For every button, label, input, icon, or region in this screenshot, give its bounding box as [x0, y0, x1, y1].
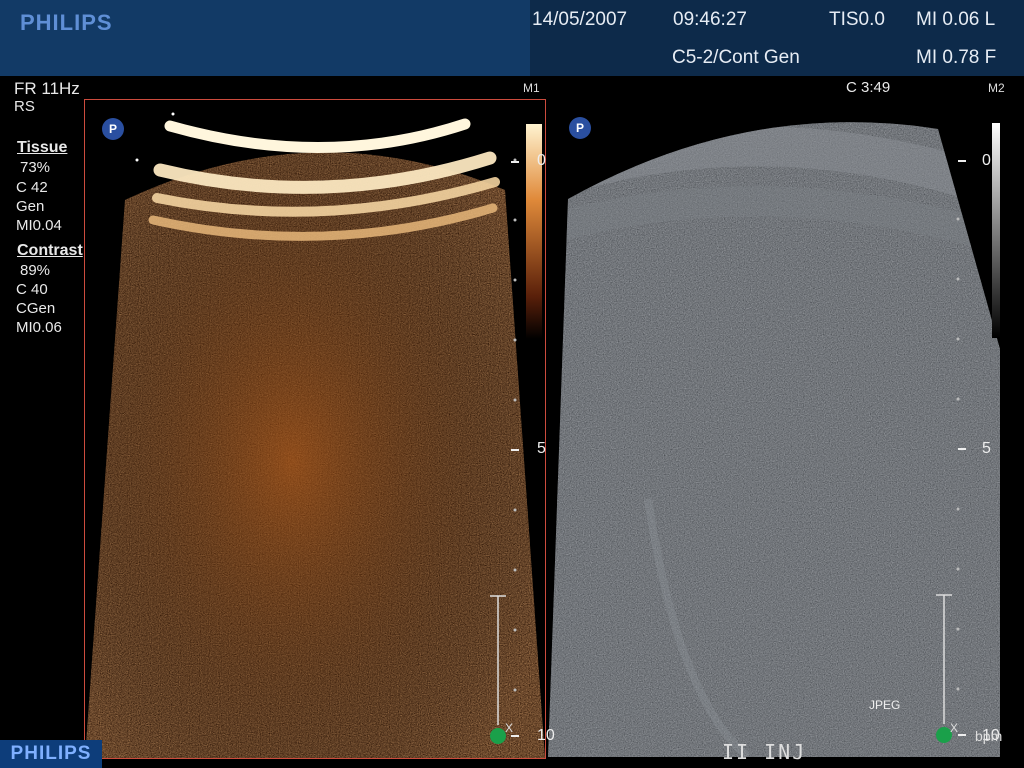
jpeg-label: JPEG — [869, 698, 901, 712]
depth-0-right: 0 — [982, 152, 991, 169]
header-bar: PHILIPS 14/05/2007 09:46:27 TIS0.0 MI 0.… — [0, 0, 1024, 76]
exam-time: 09:46:27 — [673, 9, 747, 30]
contrast-gen: CGen — [16, 300, 56, 317]
depth-5-right: 5 — [982, 440, 991, 457]
bmode-ultrasound-image — [548, 99, 1000, 757]
exam-date: 14/05/2007 — [532, 9, 628, 30]
panel-right-label: M2 — [988, 81, 1005, 95]
tissue-title: Tissue — [17, 139, 68, 156]
philips-logo-bottom: PHILIPS — [0, 740, 102, 768]
bpm-label: bpm — [975, 728, 1003, 744]
clock-label: C 3:49 — [846, 79, 891, 96]
panel-left-label: M1 — [523, 81, 540, 95]
x-marker-right: X — [950, 721, 959, 735]
tissue-gen: Gen — [16, 198, 45, 215]
contrast-mi: MI0.06 — [16, 319, 62, 336]
probe-mode: C5-2/Cont Gen — [672, 47, 800, 68]
tissue-c: C 42 — [16, 179, 48, 196]
contrast-image-panel[interactable]: P — [84, 99, 546, 759]
marker-p-icon: P — [102, 118, 124, 140]
contrast-ultrasound-image — [85, 100, 545, 758]
philips-logo-top: PHILIPS — [20, 10, 113, 35]
bmode-image-panel[interactable]: P — [548, 99, 1000, 757]
tissue-mi: MI0.04 — [16, 217, 62, 234]
focus-marker-icon[interactable] — [490, 728, 506, 744]
marker-p-icon-right: P — [569, 117, 591, 139]
depth-0-left: 0 — [537, 152, 546, 169]
mi-top-value: MI 0.06 L — [916, 9, 996, 30]
frame-rate: FR 11Hz — [14, 79, 80, 98]
injection-label: II INJ — [722, 740, 807, 764]
rs-label: RS — [14, 98, 35, 115]
depth-10-left: 10 — [537, 727, 555, 744]
contrast-c: C 40 — [16, 281, 48, 298]
x-marker-left: X — [505, 721, 514, 735]
tissue-percent: 73% — [20, 159, 51, 176]
contrast-title: Contrast — [17, 242, 83, 259]
mi-bottom-value: MI 0.78 F — [916, 47, 997, 68]
tis-value: TIS0.0 — [829, 9, 885, 30]
depth-5-left: 5 — [537, 440, 546, 457]
contrast-percent: 89% — [20, 262, 51, 279]
